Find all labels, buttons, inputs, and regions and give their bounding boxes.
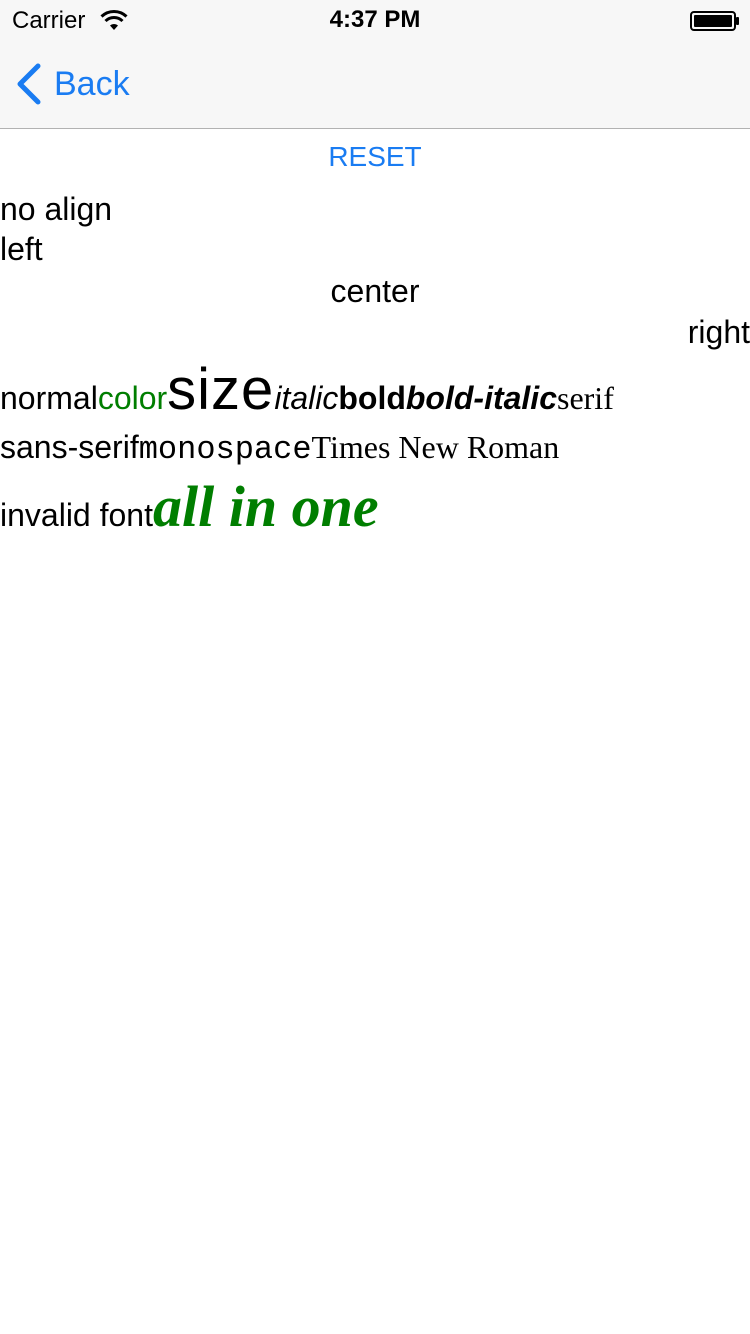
- battery-icon: [690, 11, 739, 31]
- chevron-left-icon: [17, 63, 41, 105]
- back-label: Back: [54, 64, 130, 103]
- invalid-font-text: invalid font: [0, 497, 153, 533]
- size-text: size: [167, 357, 275, 422]
- navigation-bar: Back: [0, 40, 750, 129]
- bold-italic-text: bold-italic: [405, 380, 557, 416]
- style-samples-row: normal color size italic bold bold-itali…: [0, 361, 750, 425]
- normal-text: normal: [0, 380, 98, 416]
- no-align-text: no align: [0, 191, 113, 227]
- status-bar: Carrier 4:37 PM: [0, 0, 750, 40]
- right-aligned-text: right: [687, 314, 750, 350]
- back-button[interactable]: Back: [14, 62, 130, 106]
- monospace-text: monospace: [138, 431, 312, 468]
- serif-text: serif: [556, 380, 614, 416]
- reset-button[interactable]: RESET: [0, 141, 750, 173]
- combined-samples-row: invalid font all in one: [0, 477, 750, 547]
- sans-serif-text: sans-serif: [0, 429, 139, 465]
- all-in-one-text: all in one: [152, 474, 379, 539]
- bold-text: bold: [338, 380, 406, 416]
- times-new-roman-text: Times New Roman: [311, 429, 560, 465]
- center-aligned-text: center: [330, 273, 420, 309]
- status-time: 4:37 PM: [329, 6, 421, 33]
- font-samples-row: sans-serif monospace Times New Roman: [0, 427, 750, 470]
- italic-text: italic: [274, 380, 339, 416]
- color-text: color: [97, 380, 168, 416]
- left-aligned-text: left: [0, 231, 43, 267]
